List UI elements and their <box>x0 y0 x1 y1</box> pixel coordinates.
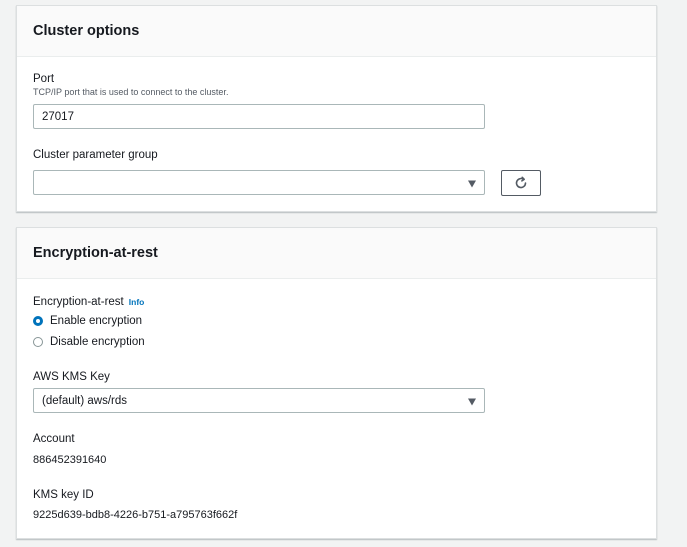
encryption-panel: Encryption-at-rest Encryption-at-rest In… <box>16 227 657 539</box>
info-link[interactable]: Info <box>129 297 145 307</box>
refresh-icon <box>515 176 527 189</box>
disable-encryption-option[interactable]: Disable encryption <box>33 336 145 348</box>
cluster-options-panel: Cluster options Port TCP/IP port that is… <box>16 5 657 212</box>
caret-down-icon <box>468 180 476 188</box>
enable-encryption-option[interactable]: Enable encryption <box>33 315 142 327</box>
kms-key-value: (default) aws/rds <box>42 394 128 407</box>
kms-key-id-value: 9225d639-bdb8-4226-b751-a795763f662f <box>33 509 238 521</box>
cluster-options-title: Cluster options <box>33 23 140 39</box>
disable-encryption-radio[interactable] <box>33 337 43 347</box>
kms-key-select[interactable]: (default) aws/rds <box>33 388 485 413</box>
refresh-button[interactable] <box>501 170 541 196</box>
parameter-group-select[interactable] <box>33 170 485 195</box>
parameter-group-label: Cluster parameter group <box>33 149 158 161</box>
account-label: Account <box>33 433 75 445</box>
encryption-header: Encryption-at-rest <box>17 228 656 279</box>
encryption-title: Encryption-at-rest <box>33 245 158 261</box>
enable-encryption-radio[interactable] <box>33 316 43 326</box>
disable-encryption-label: Disable encryption <box>50 336 145 348</box>
enable-encryption-label: Enable encryption <box>50 315 143 327</box>
account-value: 886452391640 <box>33 454 107 466</box>
kms-key-id-label: KMS key ID <box>33 489 94 501</box>
port-description: TCP/IP port that is used to connect to t… <box>33 87 229 97</box>
encryption-field-label: Encryption-at-rest <box>33 296 124 308</box>
kms-key-label: AWS KMS Key <box>33 371 110 383</box>
encryption-field-label-row: Encryption-at-rest Info <box>33 295 144 309</box>
port-field-label-group: Port TCP/IP port that is used to connect… <box>33 72 228 98</box>
caret-down-icon <box>468 398 476 406</box>
port-input-value: 27017 <box>42 110 74 123</box>
cluster-options-header: Cluster options <box>17 6 656 57</box>
port-input[interactable]: 27017 <box>33 104 485 129</box>
port-label: Port <box>33 73 55 85</box>
